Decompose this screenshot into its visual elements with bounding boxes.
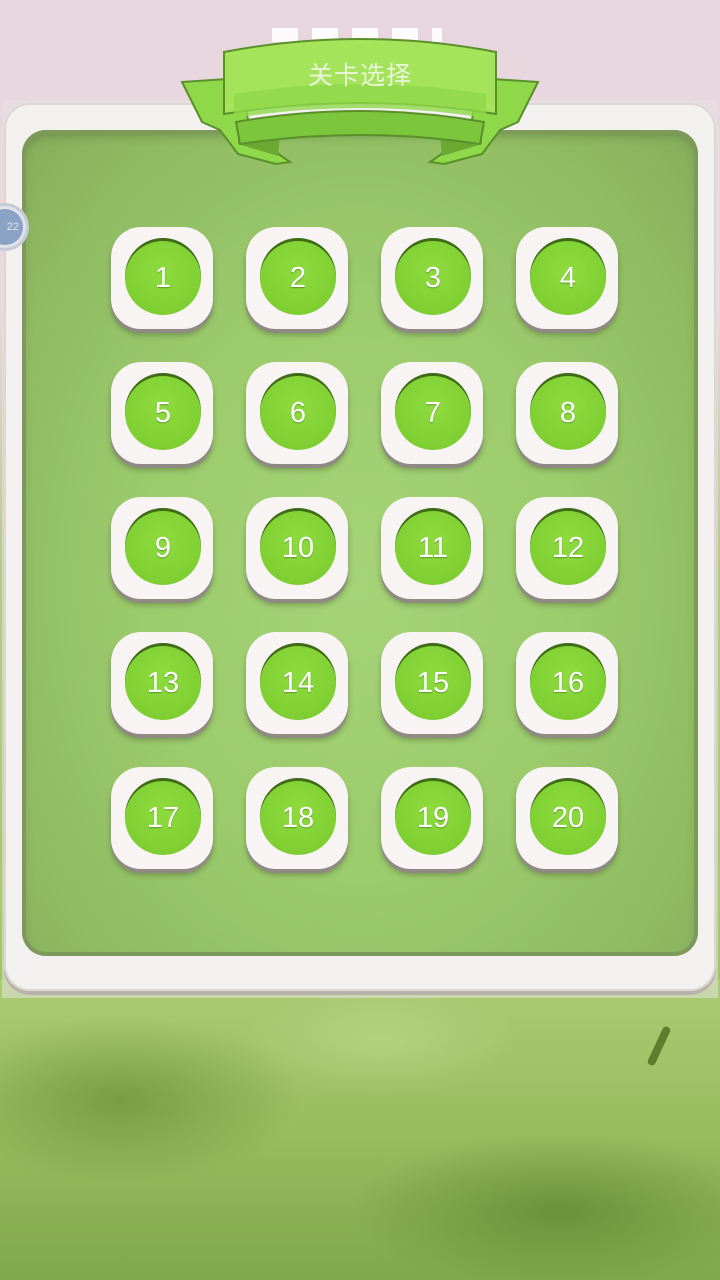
level-button-18[interactable]: 18 <box>246 767 348 869</box>
level-number: 9 <box>154 532 172 564</box>
level-number: 11 <box>417 532 449 564</box>
level-number: 8 <box>559 397 577 429</box>
level-number: 1 <box>154 262 172 294</box>
level-button-10[interactable]: 10 <box>246 497 348 599</box>
level-number: 16 <box>551 667 585 699</box>
level-button-4[interactable]: 4 <box>516 227 618 329</box>
level-number: 6 <box>289 397 307 429</box>
level-number: 17 <box>146 802 180 834</box>
title-ribbon: 关卡选择 <box>180 34 540 170</box>
level-button-2[interactable]: 2 <box>246 227 348 329</box>
level-button-6[interactable]: 6 <box>246 362 348 464</box>
level-button-13[interactable]: 13 <box>111 632 213 734</box>
level-number: 13 <box>146 667 180 699</box>
level-number: 5 <box>154 397 172 429</box>
level-button-11[interactable]: 11 <box>381 497 483 599</box>
level-button-8[interactable]: 8 <box>516 362 618 464</box>
ribbon-graphic <box>180 38 540 166</box>
level-button-9[interactable]: 9 <box>111 497 213 599</box>
level-number: 10 <box>281 532 315 564</box>
level-button-3[interactable]: 3 <box>381 227 483 329</box>
level-number: 20 <box>551 802 585 834</box>
page-title: 关卡选择 <box>307 62 412 90</box>
level-button-15[interactable]: 15 <box>381 632 483 734</box>
level-button-5[interactable]: 5 <box>111 362 213 464</box>
side-toggle-label: 22 <box>0 209 23 245</box>
level-number: 18 <box>281 802 315 834</box>
level-button-20[interactable]: 20 <box>516 767 618 869</box>
level-button-7[interactable]: 7 <box>381 362 483 464</box>
level-number: 19 <box>416 802 450 834</box>
level-number: 14 <box>281 667 315 699</box>
level-button-16[interactable]: 16 <box>516 632 618 734</box>
level-button-19[interactable]: 19 <box>381 767 483 869</box>
level-number: 4 <box>559 262 577 294</box>
background-grass <box>0 980 720 1280</box>
level-button-17[interactable]: 17 <box>111 767 213 869</box>
level-number: 3 <box>424 262 442 294</box>
level-number: 2 <box>289 262 307 294</box>
level-number: 15 <box>416 667 450 699</box>
level-number: 7 <box>424 397 442 429</box>
level-button-1[interactable]: 1 <box>111 227 213 329</box>
level-button-12[interactable]: 12 <box>516 497 618 599</box>
level-number: 12 <box>551 532 585 564</box>
level-button-14[interactable]: 14 <box>246 632 348 734</box>
